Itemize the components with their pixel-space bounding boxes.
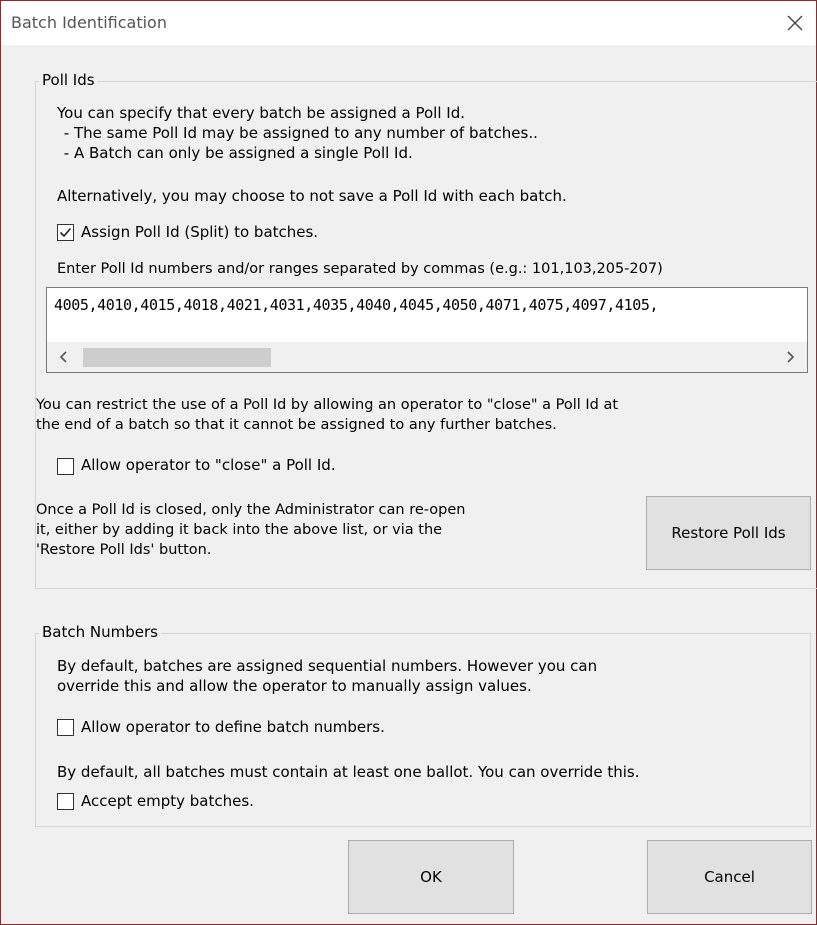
batch-numbers-legend: Batch Numbers xyxy=(39,623,161,641)
window-title: Batch Identification xyxy=(11,13,167,32)
scroll-left-icon[interactable] xyxy=(51,342,77,372)
title-bar: Batch Identification xyxy=(1,1,816,45)
accept-empty-batches-checkbox[interactable] xyxy=(57,793,74,810)
ok-button[interactable]: OK xyxy=(348,840,514,914)
allow-close-poll-id-checkbox[interactable] xyxy=(57,458,74,475)
define-batch-numbers-label[interactable]: Allow operator to define batch numbers. xyxy=(81,718,385,737)
poll-intro-line3: - A Batch can only be assigned a single … xyxy=(59,144,413,162)
poll-ids-input[interactable]: 4005,4010,4015,4018,4021,4031,4035,4040,… xyxy=(46,287,808,373)
assign-poll-id-label[interactable]: Assign Poll Id (Split) to batches. xyxy=(81,223,318,242)
horizontal-scrollbar[interactable] xyxy=(47,342,807,372)
empty-batches-text: By default, all batches must contain at … xyxy=(57,763,640,781)
close-icon[interactable] xyxy=(778,7,810,39)
batch-identification-dialog: Batch Identification Poll Ids You can sp… xyxy=(0,0,817,925)
define-batch-numbers-checkbox[interactable] xyxy=(57,719,74,736)
assign-poll-id-checkbox[interactable] xyxy=(57,224,74,241)
restore-poll-ids-button[interactable]: Restore Poll Ids xyxy=(646,496,811,570)
cancel-button[interactable]: Cancel xyxy=(647,840,812,914)
checkmark-icon xyxy=(59,227,72,238)
poll-intro-line2: - The same Poll Id may be assigned to an… xyxy=(59,124,538,142)
restrict-text-line1: You can restrict the use of a Poll Id by… xyxy=(36,397,619,413)
enter-poll-ids-prompt: Enter Poll Id numbers and/or ranges sepa… xyxy=(57,261,663,277)
batch-default-line1: By default, batches are assigned sequent… xyxy=(57,657,598,675)
closed-text-line1: Once a Poll Id is closed, only the Admin… xyxy=(36,502,466,518)
accept-empty-batches-label[interactable]: Accept empty batches. xyxy=(81,792,254,811)
allow-close-poll-id-label[interactable]: Allow operator to "close" a Poll Id. xyxy=(81,456,336,475)
restrict-text-line2: the end of a batch so that it cannot be … xyxy=(36,417,557,433)
poll-ids-value: 4005,4010,4015,4018,4021,4031,4035,4040,… xyxy=(54,296,659,314)
batch-default-line2: override this and allow the operator to … xyxy=(57,677,532,695)
poll-alternative-text: Alternatively, you may choose to not sav… xyxy=(57,187,567,205)
poll-intro-line1: You can specify that every batch be assi… xyxy=(57,104,465,122)
closed-text-line3: 'Restore Poll Ids' button. xyxy=(36,542,212,558)
scroll-right-icon[interactable] xyxy=(777,342,803,372)
poll-ids-legend: Poll Ids xyxy=(39,71,98,89)
scrollbar-thumb[interactable] xyxy=(83,348,271,367)
closed-text-line2: it, either by adding it back into the ab… xyxy=(36,522,443,538)
